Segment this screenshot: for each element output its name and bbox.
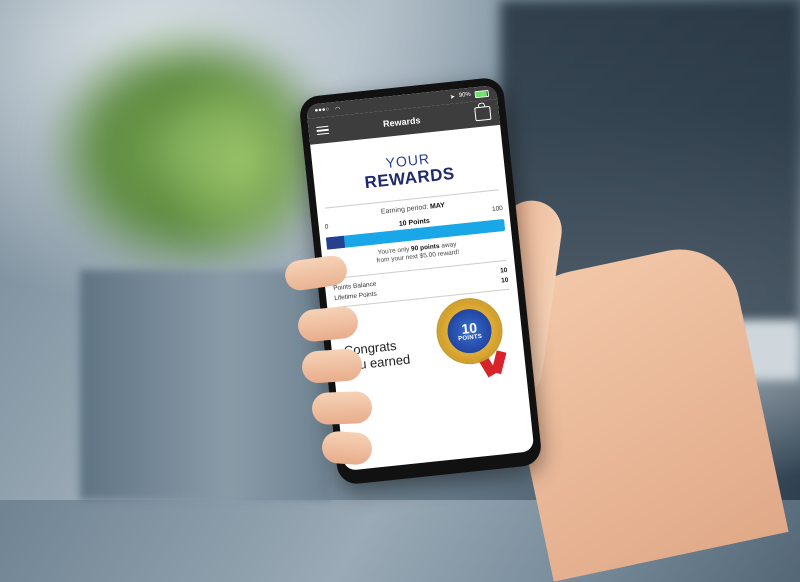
location-icon: ➤ <box>449 93 456 101</box>
signal-icon: ●●●○ <box>314 106 330 115</box>
battery-percent: 90% <box>458 91 472 99</box>
hamburger-menu-icon[interactable] <box>316 125 330 136</box>
ribbon-icon <box>491 350 507 375</box>
app-title: Rewards <box>382 115 421 130</box>
status-signal: ●●●○ ◠ <box>314 105 340 115</box>
finger <box>311 390 373 426</box>
medal-badge: 10 POINTS <box>445 306 494 356</box>
earning-period-month: MAY <box>429 202 446 211</box>
points-progress-fill <box>325 235 345 250</box>
status-right: ➤ 90% <box>450 89 490 100</box>
battery-icon <box>474 89 490 98</box>
scale-min: 0 <box>324 223 329 231</box>
background-planter <box>80 270 330 500</box>
finger <box>300 347 364 385</box>
wifi-icon: ◠ <box>334 105 341 113</box>
scale-max: 100 <box>491 205 504 214</box>
shopping-bag-icon[interactable] <box>474 105 492 122</box>
stat-value: 10 <box>500 276 509 285</box>
background-plant-leaves <box>160 60 320 260</box>
stat-label: Lifetime Points <box>333 290 378 302</box>
stat-value: 10 <box>499 266 508 275</box>
medal-icon: 10 POINTS <box>435 297 504 366</box>
finger <box>320 430 374 466</box>
medal-word: POINTS <box>457 333 483 343</box>
